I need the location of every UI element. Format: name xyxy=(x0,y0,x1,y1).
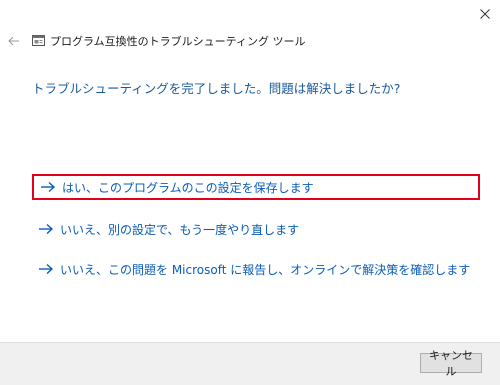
close-icon xyxy=(480,9,490,19)
close-button[interactable] xyxy=(470,0,500,28)
option-retry-different-settings-label: いいえ、別の設定で、もう一度やり直します xyxy=(60,222,300,237)
window-title: プログラム互換性のトラブルシューティング ツール xyxy=(50,35,306,48)
back-button[interactable] xyxy=(6,32,22,50)
option-retry-different-settings[interactable]: いいえ、別の設定で、もう一度やり直します xyxy=(32,216,299,242)
option-report-to-microsoft[interactable]: いいえ、この問題を Microsoft に報告し、オンラインで解決策を確認します xyxy=(32,256,470,282)
title-bar: プログラム互換性のトラブルシューティング ツール xyxy=(0,30,500,52)
arrow-right-icon xyxy=(41,181,56,193)
arrow-right-icon xyxy=(39,263,54,275)
option-save-settings[interactable]: はい、このプログラムのこの設定を保存します xyxy=(32,174,480,200)
back-arrow-icon xyxy=(8,36,19,46)
result-question-heading: トラブルシューティングを完了しました。問題は解決しましたか? xyxy=(32,81,401,96)
footer-bar: キャンセル xyxy=(0,342,500,385)
troubleshooter-app-icon xyxy=(32,35,45,46)
option-report-to-microsoft-label: いいえ、この問題を Microsoft に報告し、オンラインで解決策を確認します xyxy=(60,262,471,277)
option-save-settings-label: はい、このプログラムのこの設定を保存します xyxy=(62,180,314,195)
arrow-right-icon xyxy=(39,223,54,235)
cancel-button[interactable]: キャンセル xyxy=(420,349,482,378)
troubleshooter-window: プログラム互換性のトラブルシューティング ツール トラブルシューティングを完了し… xyxy=(0,0,500,385)
